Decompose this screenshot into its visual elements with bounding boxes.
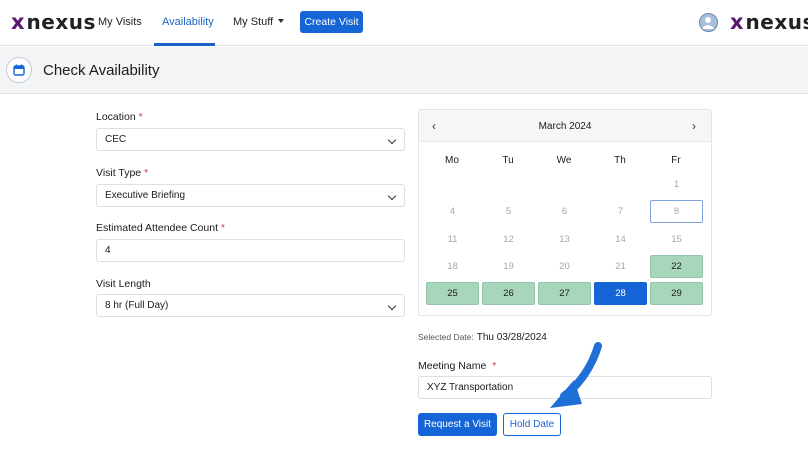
nexus-logo-right: x nexus (730, 11, 808, 33)
visit-type-value: Executive Briefing (105, 190, 186, 201)
calendar-day-1: 1 (673, 179, 680, 190)
calendar-day-25[interactable]: 25 (426, 282, 479, 305)
location-value: CEC (105, 134, 127, 145)
calendar-day-13: 13 (559, 234, 570, 245)
active-nav-indicator (154, 43, 215, 46)
calendar-day-14: 14 (615, 234, 626, 245)
calendar-day-4: 4 (449, 206, 456, 217)
calendar-header: ‹ March 2024 › (419, 110, 711, 142)
weekday-label: Th (614, 155, 626, 166)
nav-my-visits[interactable]: My Visits (98, 16, 142, 28)
location-select[interactable]: CEC (96, 128, 405, 151)
calendar-day-21: 21 (615, 261, 626, 272)
location-label-text: Location (96, 111, 136, 123)
visit-length-select[interactable]: 8 hr (Full Day) (96, 294, 405, 317)
nexus-logo[interactable]: x nexus (11, 11, 96, 33)
attendee-count-label-text: Estimated Attendee Count (96, 222, 218, 234)
chevron-down-icon (387, 301, 397, 311)
visit-length-label-text: Visit Length (96, 278, 151, 290)
calendar-day-15: 15 (671, 234, 682, 245)
attendee-count-value: 4 (105, 245, 111, 256)
logo-mark: x (11, 10, 25, 34)
calendar-day-27[interactable]: 27 (538, 282, 591, 305)
calendar-day-29[interactable]: 29 (650, 282, 703, 305)
request-visit-button[interactable]: Request a Visit (418, 413, 497, 436)
calendar-day-6: 6 (561, 206, 568, 217)
visit-type-select[interactable]: Executive Briefing (96, 184, 405, 207)
availability-calendar: ‹ March 2024 › Mo Tu We Th Fr 1 4 5 6 7 8 11 12 13 14… (418, 109, 712, 316)
calendar-day-7: 7 (617, 206, 624, 217)
nav-my-stuff-label: My Stuff (233, 16, 274, 28)
nav-my-stuff-dropdown[interactable]: My Stuff (233, 16, 285, 28)
weekday-label: Mo (445, 155, 459, 166)
calendar-day-19: 19 (503, 261, 514, 272)
weekday-label: We (556, 155, 572, 166)
selected-date-label: Selected Date: (418, 332, 474, 342)
calendar-month-title: March 2024 (538, 121, 592, 132)
calendar-day-20: 20 (559, 261, 570, 272)
top-navbar: x nexus My Visits Availability My Stuff … (0, 0, 808, 46)
caret-down-icon (278, 19, 285, 23)
calendar-day-8[interactable]: 8 (650, 200, 703, 223)
calendar-icon (6, 57, 32, 83)
visit-type-label: Visit Type * (96, 167, 148, 179)
visit-type-label-text: Visit Type (96, 167, 142, 179)
meeting-name-value: XYZ Transportation (427, 382, 514, 393)
attendee-count-label: Estimated Attendee Count * (96, 222, 225, 234)
calendar-day-12: 12 (503, 234, 514, 245)
required-mark: * (492, 360, 497, 372)
user-avatar-icon[interactable] (699, 13, 718, 32)
calendar-day-11: 11 (447, 234, 458, 245)
required-mark: * (138, 111, 143, 123)
required-mark: * (144, 167, 149, 179)
chevron-down-icon (387, 135, 397, 145)
meeting-name-label: Meeting Name * (418, 360, 496, 372)
logo-mark-right: x (730, 10, 744, 34)
attendee-count-input[interactable]: 4 (96, 239, 405, 262)
calendar-day-5: 5 (505, 206, 512, 217)
weekday-label: Tu (502, 155, 514, 166)
chevron-down-icon (387, 191, 397, 201)
calendar-day-18: 18 (447, 261, 458, 272)
nav-availability[interactable]: Availability (162, 16, 214, 28)
calendar-day-22[interactable]: 22 (650, 255, 703, 278)
selected-date: Selected Date: Thu 03/28/2024 (418, 332, 547, 343)
page-title: Check Availability (43, 62, 160, 79)
visit-length-value: 8 hr (Full Day) (105, 300, 169, 311)
weekday-label: Fr (671, 155, 681, 166)
create-visit-button[interactable]: Create Visit (300, 11, 363, 33)
calendar-day-28[interactable]: 28 (594, 282, 647, 305)
logo-wordmark: nexus (26, 10, 96, 34)
next-month-icon[interactable]: › (692, 119, 696, 133)
page-header: Check Availability (0, 47, 808, 94)
logo-wordmark-right: nexus (745, 10, 808, 34)
annotation-arrow-icon (550, 342, 602, 408)
location-label: Location * (96, 111, 143, 123)
visit-length-label: Visit Length (96, 278, 151, 290)
required-mark: * (220, 222, 226, 234)
calendar-day-26[interactable]: 26 (482, 282, 535, 305)
meeting-name-label-text: Meeting Name (418, 360, 487, 372)
